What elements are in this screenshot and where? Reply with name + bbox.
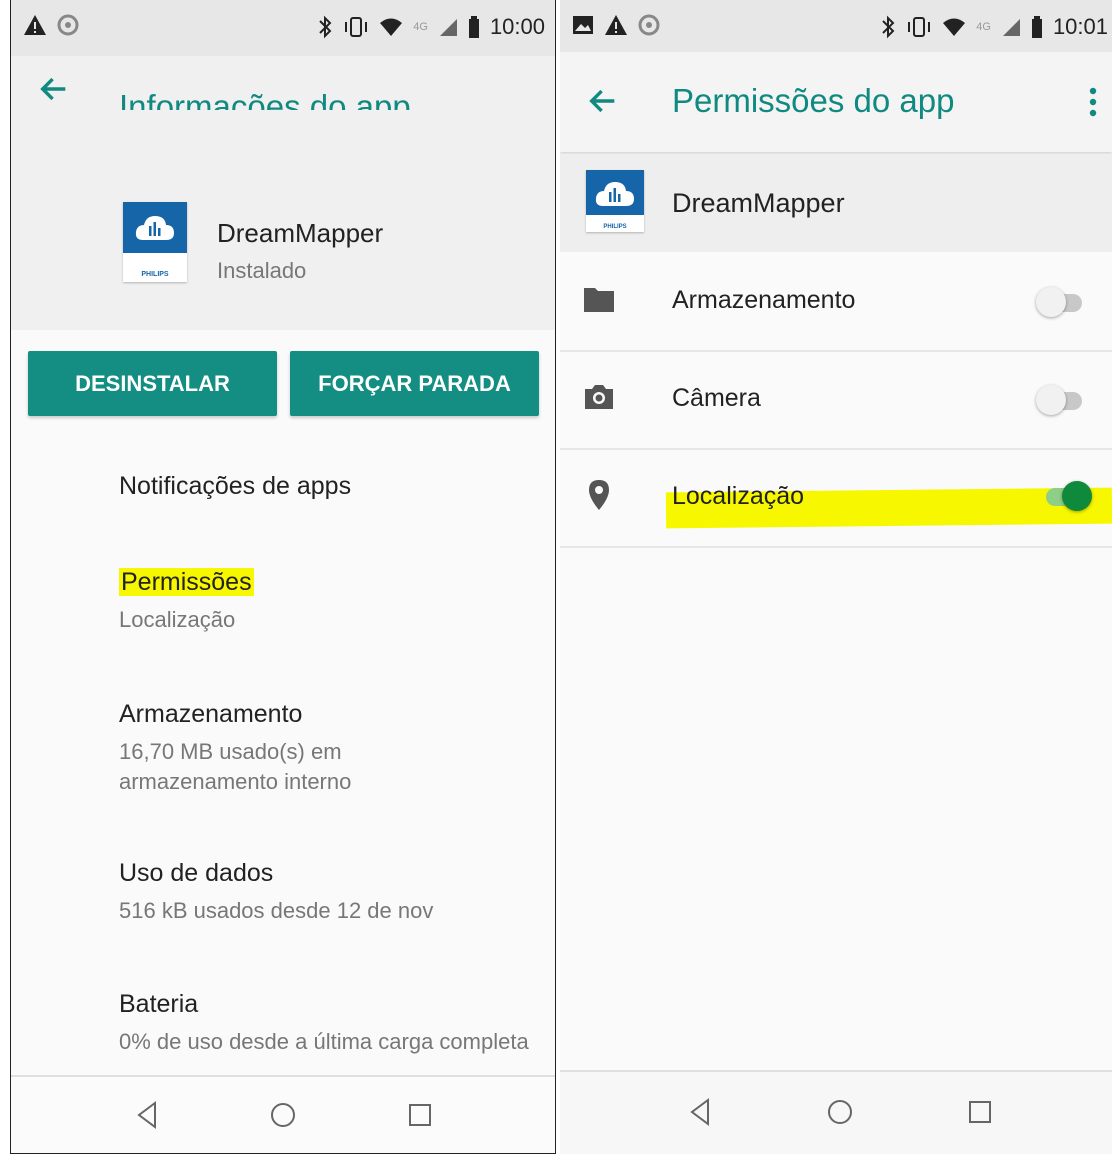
item-subtitle: 516 kB usados desde 12 de nov <box>119 898 434 923</box>
permission-label: Localização <box>672 482 805 510</box>
permission-location-row[interactable]: Localização <box>560 450 1112 548</box>
item-subtitle: 0% de uso desde a última carga completa <box>119 1029 529 1054</box>
vibrate-icon <box>345 17 368 37</box>
dreammapper-app-icon: PHILIPS <box>586 170 644 232</box>
navigation-bar <box>11 1075 555 1153</box>
brand-label: PHILIPS <box>141 271 169 278</box>
nav-home-icon[interactable] <box>267 1099 299 1131</box>
cloud-icon <box>595 182 634 206</box>
back-arrow-icon[interactable] <box>37 72 71 106</box>
vibrate-icon <box>908 17 931 37</box>
signal-icon <box>439 19 457 36</box>
warning-icon <box>24 15 46 35</box>
app-notification-icon <box>638 14 660 36</box>
camera-icon <box>585 385 613 409</box>
bluetooth-icon <box>319 15 332 39</box>
nav-recents-icon[interactable] <box>404 1099 436 1131</box>
dreammapper-app-icon: PHILIPS <box>123 202 187 282</box>
more-options-icon[interactable] <box>1088 86 1098 118</box>
signal-icon <box>1002 19 1020 36</box>
location-toggle[interactable] <box>1046 481 1092 511</box>
app-notification-icon <box>57 14 79 36</box>
status-bar: 4G 10:01 <box>560 0 1112 52</box>
app-install-status: Instalado <box>217 258 307 283</box>
back-arrow-icon[interactable] <box>586 84 620 118</box>
nav-back-icon[interactable] <box>131 1099 163 1131</box>
force-stop-button[interactable]: FORÇAR PARADA <box>290 351 539 416</box>
camera-toggle[interactable] <box>1036 385 1082 415</box>
wifi-icon <box>943 18 966 36</box>
network-type-label: 4G <box>976 21 991 33</box>
item-title: Bateria <box>119 990 199 1018</box>
uninstall-button[interactable]: DESINSTALAR <box>28 351 277 416</box>
permission-label: Armazenamento <box>672 286 856 314</box>
item-subtitle: Localização <box>119 607 236 632</box>
app-bar: Informações do app <box>11 56 555 125</box>
brand-label: PHILIPS <box>603 224 627 230</box>
item-title: Uso de dados <box>119 859 274 887</box>
data-usage-item[interactable]: Uso de dados 516 kB usados desde 12 de n… <box>119 859 535 926</box>
item-title: Permissões <box>119 568 254 596</box>
network-type-label: 4G <box>413 21 428 33</box>
status-time: 10:00 <box>489 14 545 39</box>
storage-toggle[interactable] <box>1036 287 1082 317</box>
page-title: Permissões do app <box>672 82 955 119</box>
permission-camera-row[interactable]: Câmera <box>560 352 1112 450</box>
nav-recents-icon[interactable] <box>964 1096 996 1128</box>
app-name: DreamMapper <box>217 218 384 248</box>
app-info-screen: 4G 10:00 Informações do app PHILIPS Drea… <box>10 0 556 1154</box>
battery-icon <box>468 16 479 38</box>
app-name: DreamMapper <box>672 188 845 218</box>
location-pin-icon <box>589 480 609 510</box>
folder-icon <box>584 288 614 312</box>
warning-icon <box>605 15 627 35</box>
image-notification-icon <box>573 16 593 34</box>
app-header: PHILIPS DreamMapper Instalado <box>11 110 555 330</box>
app-bar: Permissões do app <box>560 52 1112 152</box>
navigation-bar <box>560 1070 1112 1154</box>
permission-label: Câmera <box>672 384 761 412</box>
item-title: Armazenamento <box>119 700 303 728</box>
cloud-icon <box>135 216 174 240</box>
battery-item[interactable]: Bateria 0% de uso desde a última carga c… <box>119 990 535 1057</box>
app-permissions-screen: 4G 10:01 Permissões do app PHILIPS Dream… <box>560 0 1112 1154</box>
wifi-icon <box>380 18 403 36</box>
permission-storage-row[interactable]: Armazenamento <box>560 254 1112 352</box>
notifications-item[interactable]: Notificações de apps <box>119 472 535 501</box>
app-header: PHILIPS DreamMapper <box>560 154 1112 252</box>
item-subtitle: 16,70 MB usado(s) em armazenamento inter… <box>119 739 352 794</box>
bluetooth-icon <box>882 15 895 39</box>
nav-home-icon[interactable] <box>824 1096 856 1128</box>
permissions-item[interactable]: Permissões Localização <box>119 568 535 635</box>
status-time: 10:01 <box>1052 14 1108 39</box>
storage-item[interactable]: Armazenamento 16,70 MB usado(s) em armaz… <box>119 700 535 797</box>
item-title: Notificações de apps <box>119 472 352 500</box>
status-bar: 4G 10:00 <box>11 0 555 56</box>
battery-icon <box>1031 16 1042 38</box>
nav-back-icon[interactable] <box>684 1096 716 1128</box>
